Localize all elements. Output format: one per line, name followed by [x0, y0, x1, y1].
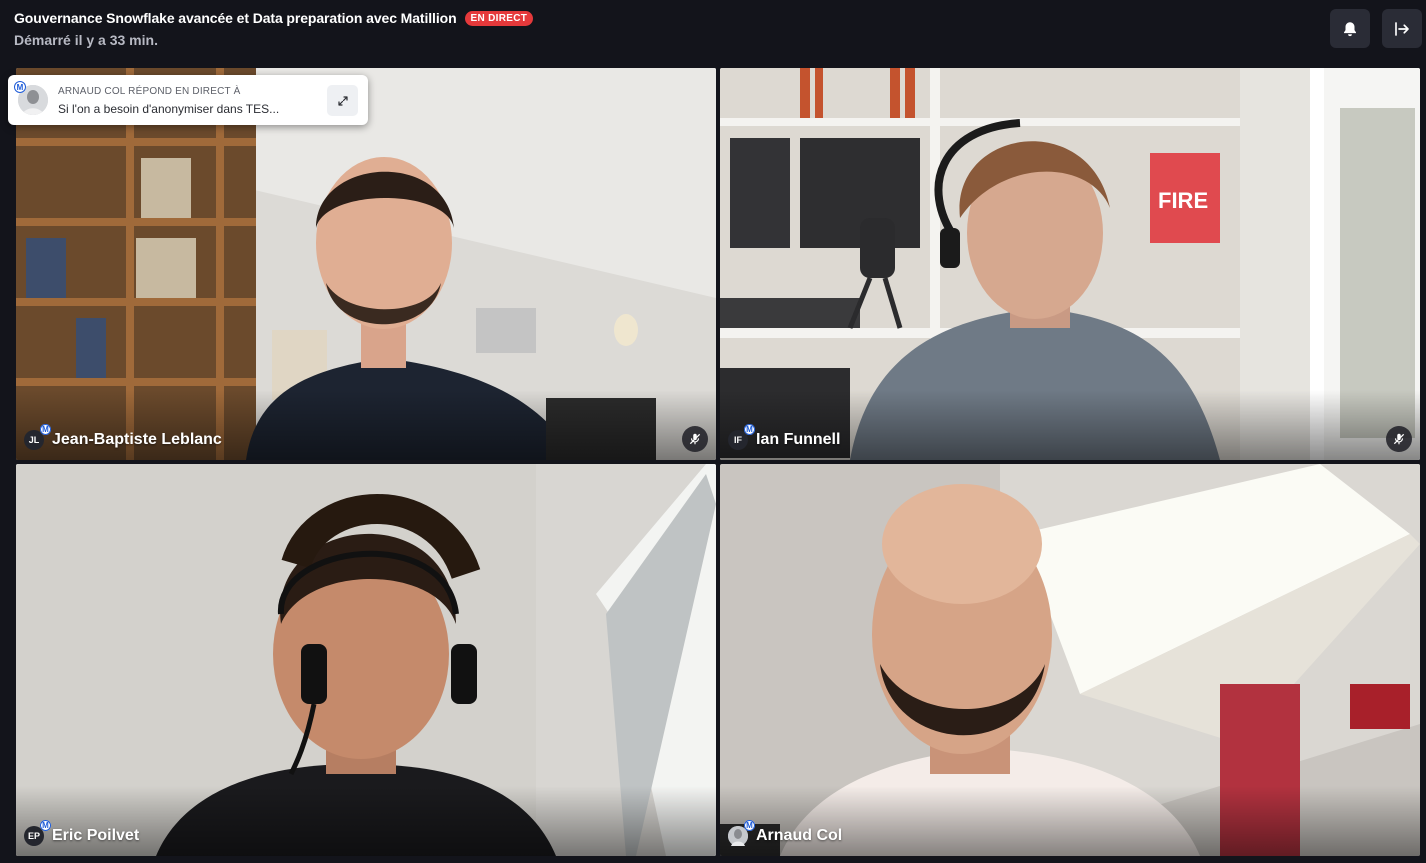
participant-name: Ian Funnell [756, 431, 841, 448]
mic-muted-icon [1386, 426, 1412, 452]
responder-badge: M [14, 81, 26, 93]
video-tile-1[interactable]: JL Jean-Baptiste Leblanc M [16, 68, 716, 460]
leave-button[interactable] [1382, 9, 1422, 48]
host-badge: M [40, 820, 51, 831]
video-tile-3[interactable]: EP Eric Poilvet M [16, 464, 716, 856]
participant-name: Arnaud Col [756, 827, 843, 844]
title-row: Gouvernance Snowflake avancée et Data pr… [14, 10, 534, 26]
header: Gouvernance Snowflake avancée et Data pr… [0, 0, 1426, 64]
participant-name: Eric Poilvet [52, 827, 140, 844]
video-tile-2[interactable]: FIRE IF Ian Funnell M [720, 68, 1420, 460]
expand-icon [337, 95, 348, 106]
host-badge: M [40, 424, 51, 435]
event-title: Gouvernance Snowflake avancée et Data pr… [14, 10, 457, 26]
svg-text:FIRE: FIRE [1158, 188, 1208, 213]
mic-muted-icon [682, 426, 708, 452]
live-reply-card[interactable]: M ARNAUD COL RÉPOND EN DIRECT À Si l'on … [8, 75, 368, 125]
live-badge: EN DIRECT [464, 10, 534, 26]
video-tile-4[interactable]: Arnaud Col M [720, 464, 1420, 856]
question-text: Si l'on a besoin d'anonymiser dans TES..… [58, 102, 280, 116]
bell-icon [1344, 21, 1356, 36]
expand-button[interactable] [327, 85, 358, 116]
participant-tag: JL Jean-Baptiste Leblanc [24, 430, 222, 450]
host-badge: M [744, 820, 755, 831]
participant-name: Jean-Baptiste Leblanc [52, 431, 222, 448]
reply-label: ARNAUD COL RÉPOND EN DIRECT À [58, 86, 241, 97]
exit-icon [1395, 21, 1409, 36]
notifications-button[interactable] [1330, 9, 1370, 48]
elapsed-time: Démarré il y a 33 min. [14, 32, 158, 48]
host-badge: M [744, 424, 755, 435]
